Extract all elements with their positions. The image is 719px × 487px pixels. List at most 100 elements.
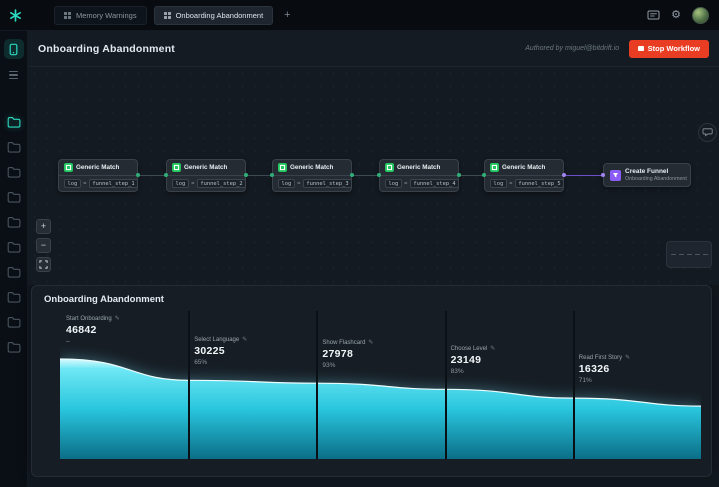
stage-value: 23149 xyxy=(450,354,482,367)
stage-conversion: 93% xyxy=(322,362,336,370)
fit-view-button[interactable] xyxy=(36,257,51,272)
topbar: Memory Warnings Onboarding Abandonment +… xyxy=(0,0,719,31)
workflow-node-create-funnel[interactable]: Create Funnel Onboarding Abandonment xyxy=(603,163,691,187)
sidebar-folder-icon[interactable] xyxy=(4,337,24,357)
generic-match-icon xyxy=(385,163,394,172)
sidebar-folder-icon[interactable] xyxy=(4,262,24,282)
zoom-out-button[interactable]: − xyxy=(36,238,51,253)
sidebar-folder-active-icon[interactable] xyxy=(4,112,24,132)
stage-value: 16326 xyxy=(578,363,610,376)
edit-stage-icon[interactable]: ✎ xyxy=(242,336,247,343)
node-operator: = xyxy=(509,180,513,187)
node-value: funnel_step_1 xyxy=(88,179,139,188)
workflow-tab-icon xyxy=(163,11,171,19)
node-connector xyxy=(136,173,168,178)
stop-workflow-button[interactable]: Stop Workflow xyxy=(629,39,709,58)
edit-stage-icon[interactable]: ✎ xyxy=(368,339,373,346)
workflow-node-generic-match-1[interactable]: Generic Match log = funnel_step_1 xyxy=(58,159,139,192)
stage-conversion: 71% xyxy=(578,377,592,385)
tab-label: Onboarding Abandonment xyxy=(175,10,264,20)
stage-name: Select Language ✎ xyxy=(194,336,248,344)
node-value: funnel_step_4 xyxy=(409,179,460,188)
user-avatar[interactable] xyxy=(692,6,709,24)
stage-conversion: – xyxy=(66,338,70,345)
stage-value: 46842 xyxy=(66,324,97,336)
node-value: funnel_step_5 xyxy=(514,179,565,188)
tab-label: Memory Warnings xyxy=(76,10,137,20)
zoom-controls: + − xyxy=(36,219,51,272)
edit-stage-icon[interactable]: ✎ xyxy=(490,345,495,352)
edit-stage-icon[interactable]: ✎ xyxy=(625,354,630,361)
workflow-tab-icon xyxy=(64,11,71,19)
list-icon xyxy=(9,70,18,80)
node-connector xyxy=(244,173,274,178)
node-subtitle: Onboarding Abandonment xyxy=(625,176,687,182)
minimap-dash xyxy=(670,253,676,256)
stage-name: Start Onboarding ✎ xyxy=(66,315,120,323)
workflow-node-generic-match-5[interactable]: Generic Match log = funnel_step_5 xyxy=(484,159,565,192)
stage-labels: Start Onboarding ✎ 46842 – Select Language ✎ 3… xyxy=(60,311,701,459)
node-title: Generic Match xyxy=(76,164,120,171)
sidebar xyxy=(0,31,28,487)
minimap[interactable] xyxy=(666,241,712,268)
app-window: Memory Warnings Onboarding Abandonment +… xyxy=(0,0,719,487)
node-field: log xyxy=(490,179,507,188)
node-title: Generic Match xyxy=(184,164,228,171)
funnel-panel-title: Onboarding Abandonment xyxy=(44,294,164,305)
node-title: Generic Match xyxy=(290,164,334,171)
edit-stage-icon[interactable]: ✎ xyxy=(115,315,120,322)
workflow-title: Onboarding Abandonment xyxy=(38,42,175,55)
node-value: funnel_step_2 xyxy=(196,179,247,188)
node-title: Generic Match xyxy=(502,164,546,171)
funnel-stage: Choose Level ✎ 23149 83% xyxy=(450,345,496,376)
app-logo-icon[interactable] xyxy=(0,0,30,30)
funnel-stage: Select Language ✎ 30225 65% xyxy=(194,336,248,367)
zoom-in-button[interactable]: + xyxy=(36,219,51,234)
sidebar-folder-icon[interactable] xyxy=(4,212,24,232)
node-connector xyxy=(350,173,381,178)
sidebar-folder-icon[interactable] xyxy=(4,312,24,332)
stop-workflow-label: Stop Workflow xyxy=(647,44,700,53)
workflow-node-generic-match-2[interactable]: Generic Match log = funnel_step_2 xyxy=(166,159,247,192)
authored-by-text: Authored by miguel@bitdrift.io xyxy=(525,45,620,52)
workflow-node-generic-match-3[interactable]: Generic Match log = funnel_step_3 xyxy=(272,159,353,192)
settings-gear-icon[interactable]: ⚙ xyxy=(671,9,681,21)
sidebar-folder-icon[interactable] xyxy=(4,137,24,157)
tab-memory-warnings[interactable]: Memory Warnings xyxy=(54,5,147,25)
workflow-canvas[interactable]: Generic Match log = funnel_step_1 Generic … xyxy=(28,67,719,285)
funnel-stage: Show Flashcard ✎ 27978 93% xyxy=(322,339,373,370)
workflow-node-generic-match-4[interactable]: Generic Match log = funnel_step_4 xyxy=(379,159,460,192)
minimap-dash xyxy=(678,253,684,256)
generic-match-icon xyxy=(64,163,73,172)
create-funnel-icon xyxy=(610,169,621,181)
stage-name: Choose Level ✎ xyxy=(450,345,496,353)
stage-value: 27978 xyxy=(322,348,354,361)
messages-icon[interactable] xyxy=(647,10,660,21)
comment-fab-button[interactable] xyxy=(698,123,717,142)
tab-onboarding-abandonment[interactable]: Onboarding Abandonment xyxy=(153,5,274,25)
sidebar-folder-icon[interactable] xyxy=(4,287,24,307)
stage-value: 30225 xyxy=(194,345,225,358)
main-area: Onboarding Abandonment Authored by migue… xyxy=(28,31,719,487)
node-operator: = xyxy=(297,180,301,187)
funnel-stage: Start Onboarding ✎ 46842 – xyxy=(66,315,120,346)
node-field: log xyxy=(278,179,295,188)
sidebar-folder-icon[interactable] xyxy=(4,237,24,257)
stage-conversion: 65% xyxy=(194,359,208,367)
funnel-chart: Start Onboarding ✎ 46842 – Select Language ✎ 3… xyxy=(60,311,701,459)
node-field: log xyxy=(385,179,402,188)
node-operator: = xyxy=(191,180,195,187)
new-tab-button[interactable]: + xyxy=(280,9,294,21)
generic-match-icon xyxy=(278,163,287,172)
sidebar-folder-icon[interactable] xyxy=(4,187,24,207)
stage-name: Read First Story ✎ xyxy=(578,354,631,362)
sidebar-folder-icon[interactable] xyxy=(4,162,24,182)
sidebar-list-icon[interactable] xyxy=(4,65,24,85)
stage-conversion: 83% xyxy=(450,368,464,376)
sidebar-device-icon[interactable] xyxy=(3,39,24,59)
workflow-header: Onboarding Abandonment Authored by migue… xyxy=(28,31,719,67)
app-shell: Onboarding Abandonment Authored by migue… xyxy=(0,31,719,487)
minimap-dash xyxy=(694,253,700,256)
funnel-panel-header: Onboarding Abandonment xyxy=(32,286,711,309)
node-field: log xyxy=(172,179,189,188)
